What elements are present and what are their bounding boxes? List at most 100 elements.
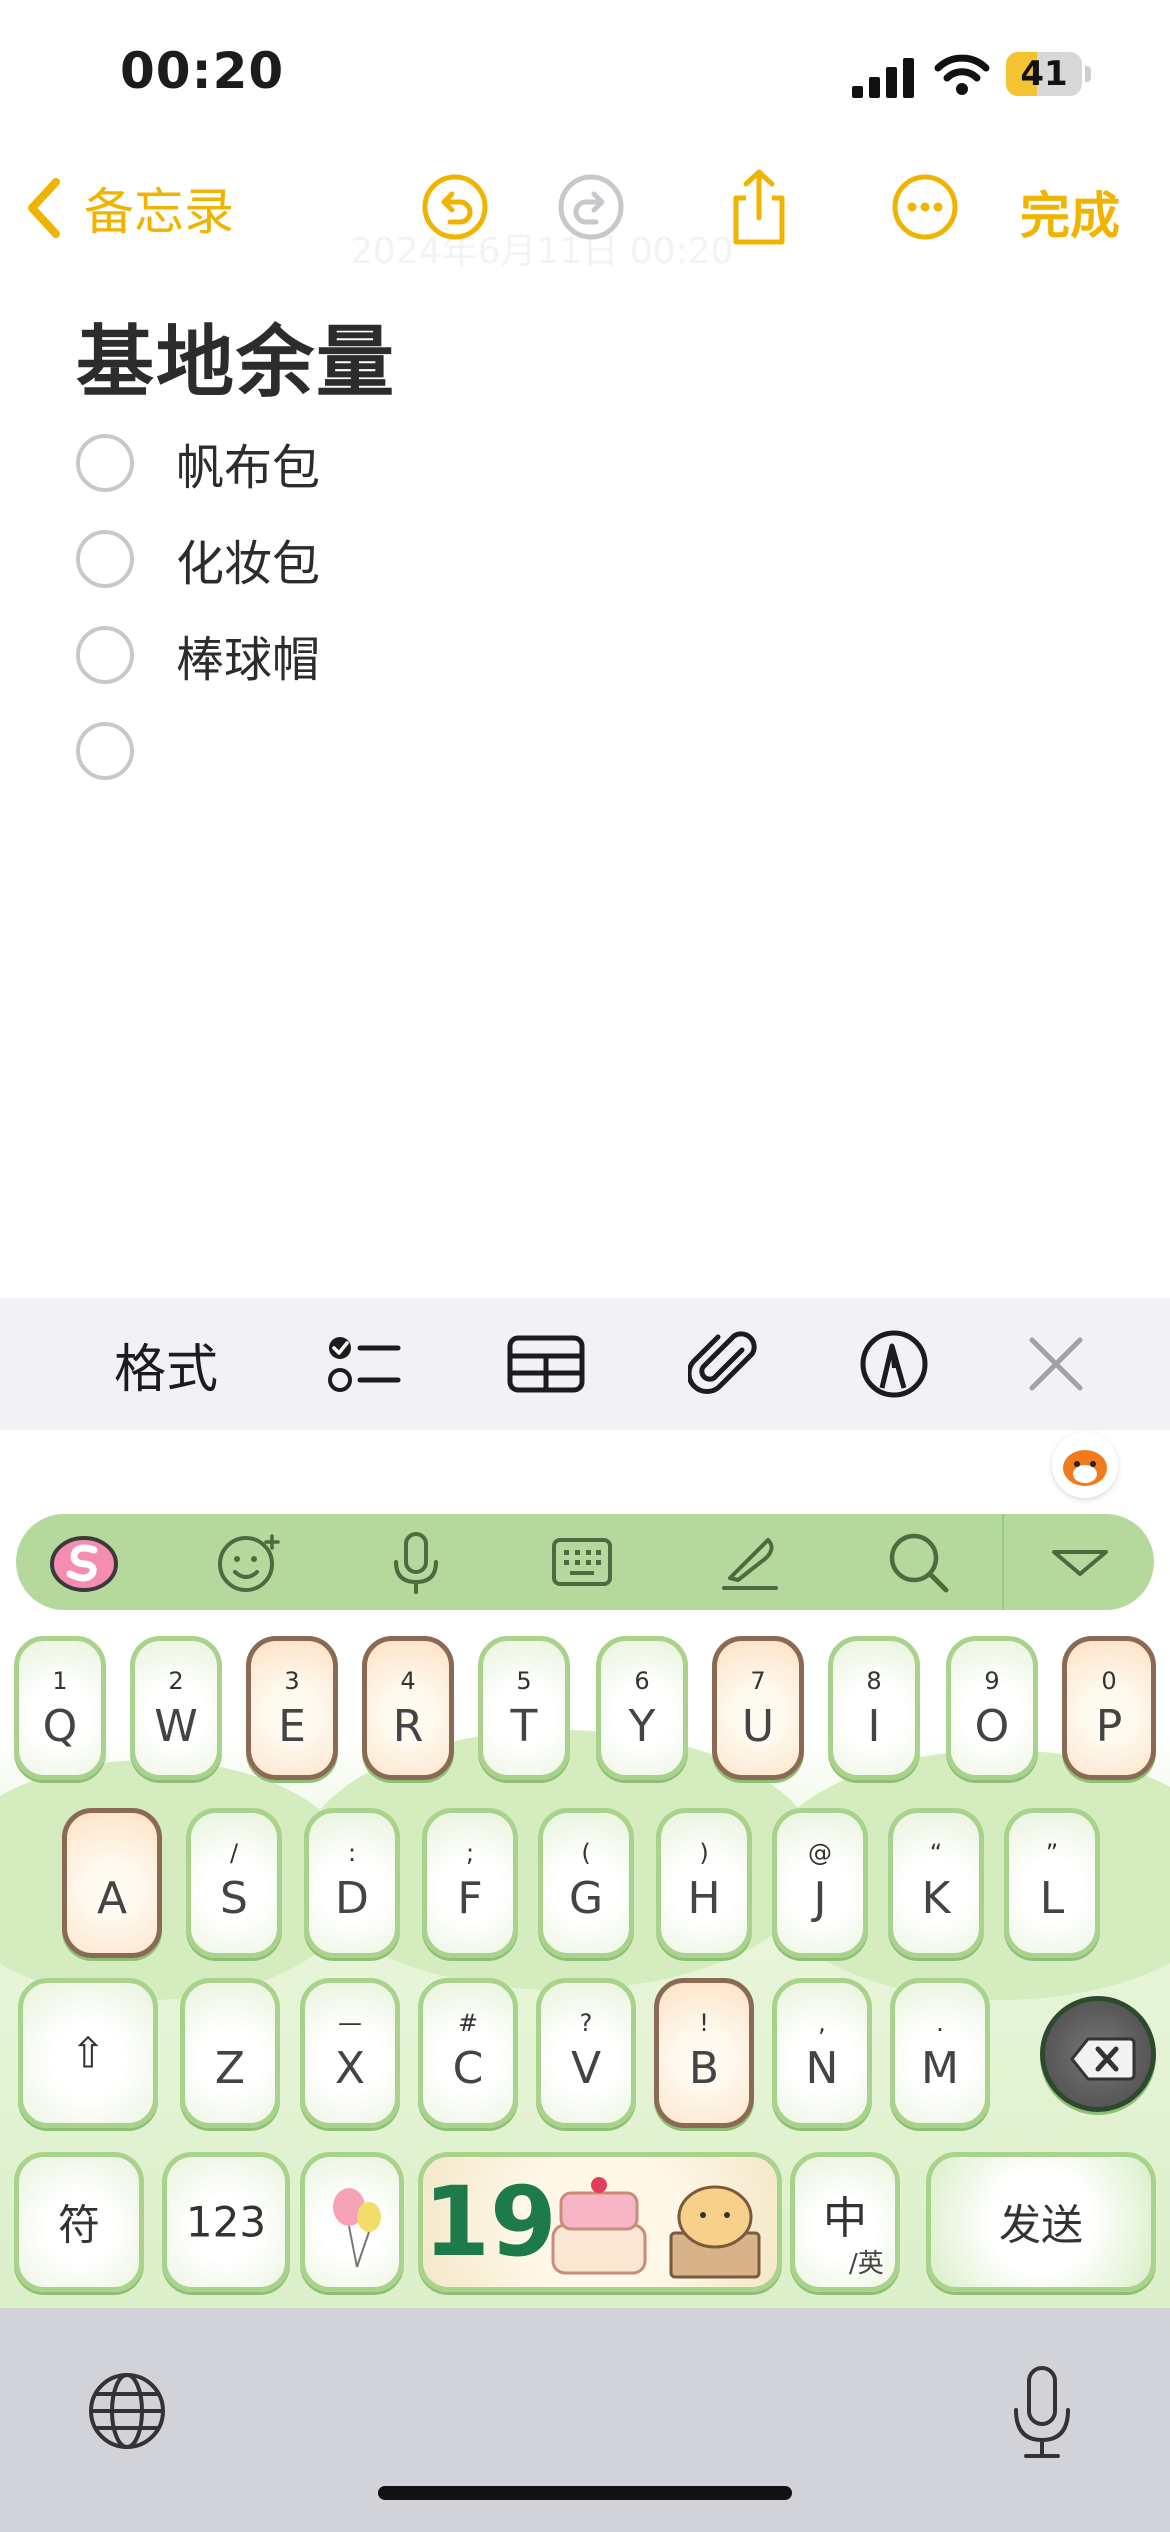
key-symbol: ; [465, 1839, 475, 1867]
search-icon[interactable] [884, 1528, 952, 1596]
key-p[interactable]: 0 P [1062, 1636, 1156, 1780]
key-r[interactable]: 4 R [362, 1636, 454, 1780]
key-symbol: ( [581, 1839, 591, 1867]
key-h[interactable]: ) H [656, 1808, 752, 1958]
redo-icon[interactable] [556, 172, 626, 242]
key-o[interactable]: 9 O [946, 1636, 1038, 1780]
collapse-icon[interactable] [1046, 1528, 1114, 1596]
checkbox-circle[interactable] [76, 626, 134, 684]
key-letter: E [278, 1701, 306, 1752]
checklist-item-label[interactable]: 化妆包 [176, 524, 320, 594]
format-button[interactable]: 格式 [106, 1328, 226, 1400]
checklist-item[interactable]: 帆布包 [76, 428, 320, 498]
key-a[interactable]: A [62, 1808, 162, 1958]
cellular-signal-icon [852, 58, 914, 98]
back-button[interactable]: 备忘录 [22, 168, 234, 248]
key-v[interactable]: ? V [536, 1978, 636, 2128]
key-symbol: @ [808, 1839, 832, 1867]
dictation-mic-icon[interactable] [1006, 2364, 1078, 2460]
keyboard-icon[interactable] [548, 1528, 616, 1596]
key-letter: P [1095, 1701, 1123, 1752]
key-symbol: 1 [52, 1667, 68, 1695]
key-letter: Y [628, 1701, 656, 1752]
key-symbol: / [229, 1839, 239, 1867]
key-n[interactable]: , N [772, 1978, 872, 2128]
checklist-item-label[interactable]: 帆布包 [176, 428, 320, 498]
sogou-logo-icon[interactable] [50, 1528, 118, 1596]
key-letter: A [96, 1873, 128, 1924]
key-symbol: , [818, 2009, 826, 2037]
keyboard-mascot-icon[interactable] [1052, 1432, 1118, 1498]
attachment-icon[interactable] [688, 1328, 760, 1400]
key-letter: L [1039, 1873, 1065, 1924]
key-letter: M [921, 2043, 959, 2094]
done-button[interactable]: 完成 [1020, 176, 1120, 248]
undo-icon[interactable] [420, 172, 490, 242]
checklist-item[interactable]: 棒球帽 [76, 620, 320, 690]
note-title[interactable]: 基地余量 [76, 300, 396, 412]
key-symbol: 6 [634, 1667, 650, 1695]
key-symbol: 8 [866, 1667, 882, 1695]
language-key-label: 中 [823, 2193, 867, 2245]
more-icon[interactable] [890, 172, 960, 242]
key-letter: T [510, 1701, 538, 1752]
numbers-key-label: 123 [185, 2197, 267, 2247]
status-time: 00:20 [120, 42, 285, 100]
table-icon[interactable] [506, 1328, 586, 1400]
key-f[interactable]: ; F [422, 1808, 518, 1958]
share-icon[interactable] [724, 168, 794, 246]
key-q[interactable]: 1 Q [14, 1636, 106, 1780]
key-u[interactable]: 7 U [712, 1636, 804, 1780]
wifi-icon [934, 54, 990, 95]
key-y[interactable]: 6 Y [596, 1636, 688, 1780]
key-t[interactable]: 5 T [478, 1636, 570, 1780]
globe-icon[interactable] [86, 2370, 168, 2452]
key-x[interactable]: — X [300, 1978, 400, 2128]
key-letter: R [392, 1701, 424, 1752]
key-l[interactable]: ” L [1004, 1808, 1100, 1958]
checklist-item-label[interactable]: 棒球帽 [176, 620, 320, 690]
language-key[interactable]: 中 /英 [790, 2152, 900, 2292]
send-key-label: 发送 [998, 2200, 1083, 2250]
handwriting-icon[interactable] [716, 1528, 784, 1596]
checkbox-circle[interactable] [76, 530, 134, 588]
key-letter: C [452, 2043, 484, 2094]
close-icon[interactable] [1026, 1328, 1086, 1400]
symbols-key[interactable]: 符 [14, 2152, 144, 2292]
key-i[interactable]: 8 I [828, 1636, 920, 1780]
checklist-icon[interactable] [326, 1328, 402, 1400]
key-symbol: 4 [400, 1667, 416, 1695]
home-indicator[interactable] [378, 2486, 792, 2500]
checkbox-circle[interactable] [76, 434, 134, 492]
key-j[interactable]: @ J [772, 1808, 868, 1958]
key-z[interactable]: Z [180, 1978, 280, 2128]
delete-key[interactable] [1040, 1996, 1156, 2112]
key-g[interactable]: ( G [538, 1808, 634, 1958]
numbers-key[interactable]: 123 [162, 2152, 290, 2292]
shift-key[interactable]: ⇧ [18, 1978, 158, 2128]
emoji-icon[interactable] [214, 1528, 282, 1596]
keyboard-toolbar [16, 1514, 1154, 1610]
key-w[interactable]: 2 W [130, 1636, 222, 1780]
key-k[interactable]: “ K [888, 1808, 984, 1958]
key-b[interactable]: ! B [654, 1978, 754, 2128]
key-letter: V [570, 2043, 602, 2094]
markup-icon[interactable] [858, 1328, 930, 1400]
send-key[interactable]: 发送 [926, 2152, 1156, 2292]
checklist-item[interactable] [76, 716, 176, 786]
symbols-key-label: 符 [57, 2200, 100, 2250]
key-d[interactable]: : D [304, 1808, 400, 1958]
key-e[interactable]: 3 E [246, 1636, 338, 1780]
key-letter: G [568, 1873, 604, 1924]
space-key[interactable]: 19 [418, 2152, 782, 2292]
checklist-item[interactable]: 化妆包 [76, 524, 320, 594]
language-key-sublabel: /英 [849, 2249, 884, 2279]
key-symbol: — [338, 2009, 362, 2037]
key-letter: O [974, 1701, 1010, 1752]
key-m[interactable]: . M [890, 1978, 990, 2128]
checkbox-circle[interactable] [76, 722, 134, 780]
key-letter: Q [42, 1701, 78, 1752]
microphone-icon[interactable] [382, 1528, 450, 1596]
key-s[interactable]: / S [186, 1808, 282, 1958]
key-c[interactable]: # C [418, 1978, 518, 2128]
